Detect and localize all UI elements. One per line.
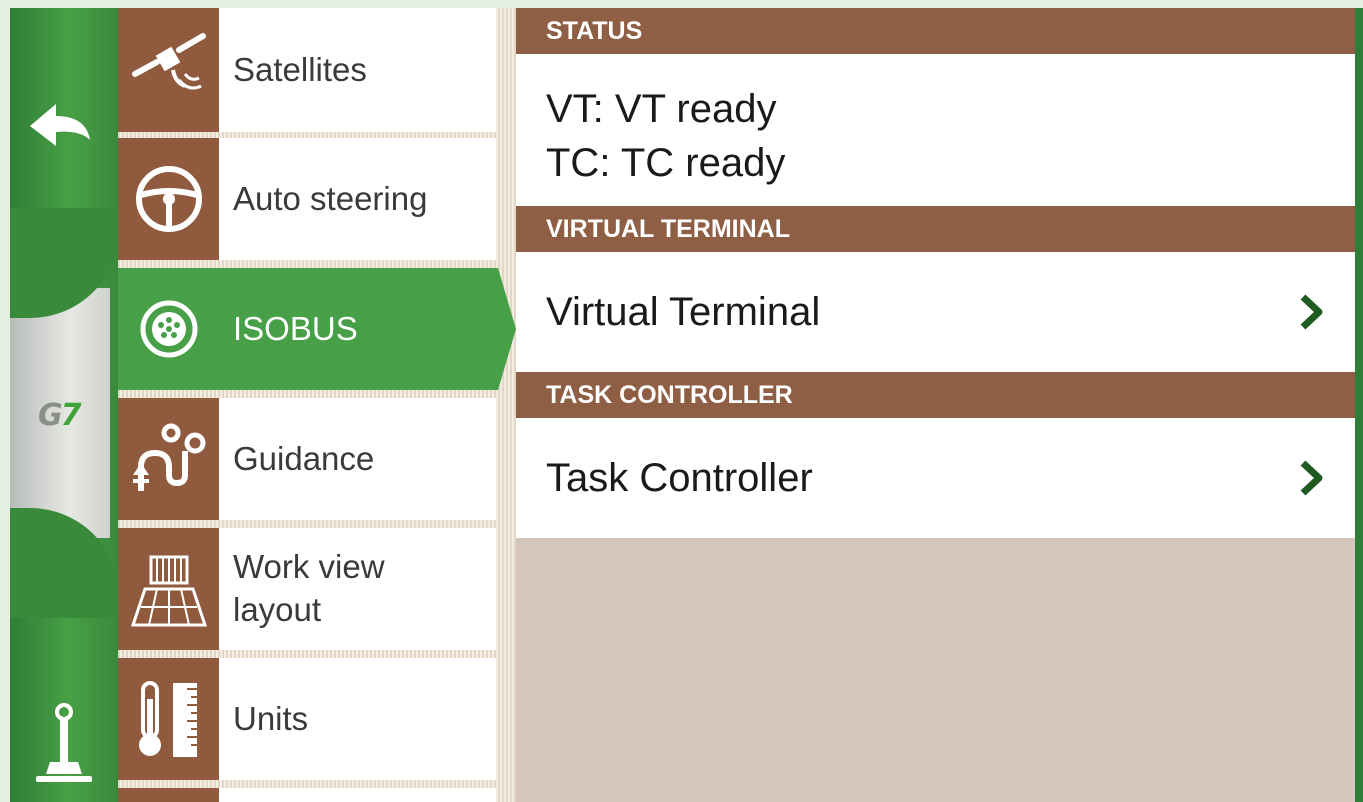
menu-icon-box bbox=[118, 528, 219, 650]
logo-g: G bbox=[38, 398, 63, 433]
back-button[interactable] bbox=[26, 96, 96, 156]
menu-label: Work view layout bbox=[233, 548, 385, 628]
guidance-icon bbox=[132, 423, 205, 491]
chevron-right-icon bbox=[1300, 294, 1323, 330]
settings-menu: Satellites Auto steering ISOBUS Guidance… bbox=[118, 8, 516, 802]
logo-7: 7 bbox=[60, 398, 82, 433]
menu-icon-box bbox=[118, 138, 219, 260]
thermometer-ruler-icon bbox=[138, 681, 197, 757]
menu-label: Satellites bbox=[233, 50, 367, 88]
status-panel: VT: VT ready TC: TC ready bbox=[516, 54, 1355, 206]
menu-icon-box bbox=[118, 268, 219, 390]
virtual-terminal-row[interactable]: Virtual Terminal bbox=[516, 252, 1355, 372]
menu-icon-box bbox=[118, 398, 219, 520]
task-controller-row[interactable]: Task Controller bbox=[516, 418, 1355, 538]
menu-icon-box bbox=[118, 658, 219, 780]
screen: G7 Satellites Auto steering ISOBUS Guida… bbox=[10, 8, 1363, 802]
menu-icon-box bbox=[118, 788, 219, 802]
tc-status: TC: TC ready bbox=[546, 141, 786, 185]
menu-item-units[interactable]: Units bbox=[118, 658, 496, 780]
menu-label: Guidance bbox=[233, 439, 375, 477]
work-view-layout-icon bbox=[130, 555, 207, 627]
section-header-virtual-terminal: VIRTUAL TERMINAL bbox=[516, 206, 1355, 252]
back-arrow-icon bbox=[30, 104, 90, 146]
section-header-task-controller: TASK CONTROLLER bbox=[516, 372, 1355, 418]
isobus-connector-icon bbox=[140, 300, 197, 358]
menu-item-guidance[interactable]: Guidance bbox=[118, 398, 496, 520]
virtual-terminal-label: Virtual Terminal bbox=[546, 289, 821, 334]
menu-item-auto-steering[interactable]: Auto steering bbox=[118, 138, 496, 260]
menu-item-next[interactable] bbox=[118, 788, 496, 802]
menu-label: Auto steering bbox=[233, 179, 428, 217]
menu-label: Units bbox=[233, 699, 309, 737]
task-controller-label: Task Controller bbox=[546, 455, 813, 500]
joystick-button[interactable] bbox=[34, 698, 94, 788]
menu-label: ISOBUS bbox=[233, 309, 358, 347]
menu-icon-box bbox=[118, 8, 219, 132]
menu-item-isobus[interactable]: ISOBUS bbox=[118, 268, 516, 390]
chevron-right-icon bbox=[1300, 460, 1323, 496]
satellite-icon bbox=[131, 33, 206, 90]
menu-item-work-view-layout[interactable]: Work view layout bbox=[118, 528, 496, 650]
vt-status: VT: VT ready bbox=[546, 87, 777, 131]
section-header-status: STATUS bbox=[516, 8, 1355, 54]
right-bezel-edge bbox=[1355, 8, 1363, 802]
menu-item-satellites[interactable]: Satellites bbox=[118, 8, 496, 132]
g7-logo: G7 bbox=[38, 398, 98, 438]
steering-wheel-icon bbox=[135, 166, 202, 232]
content-panel: STATUS VT: VT ready TC: TC ready VIRTUAL… bbox=[516, 8, 1355, 802]
joystick-icon bbox=[36, 703, 92, 782]
